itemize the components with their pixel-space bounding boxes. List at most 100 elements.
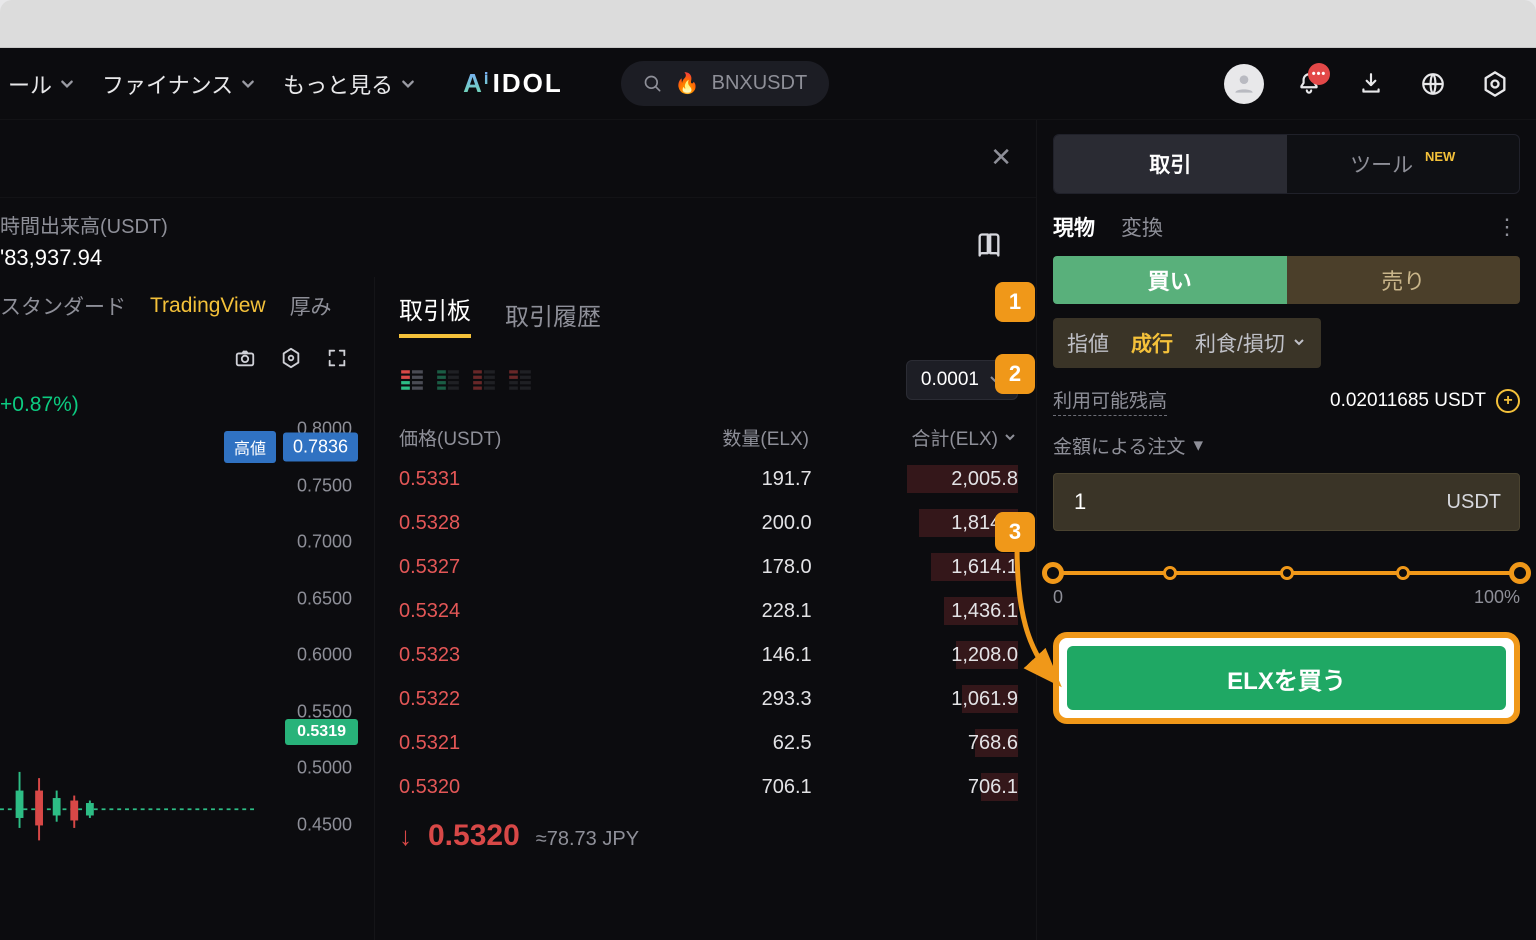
announcement-banner: ✕ bbox=[0, 120, 1036, 198]
tab-tools[interactable]: ツール NEW bbox=[1287, 135, 1520, 193]
orderbook-row[interactable]: 0.5327178.01,614.1 bbox=[399, 553, 1018, 581]
sell-toggle[interactable]: 売り bbox=[1287, 256, 1521, 304]
slider-max: 100% bbox=[1474, 587, 1520, 608]
y-axis-tick: 0.6500 bbox=[297, 588, 352, 609]
tab-tradingview[interactable]: TradingView bbox=[150, 294, 266, 318]
orderbook-row[interactable]: 0.532162.5768.6 bbox=[399, 729, 1018, 757]
row-qty: 178.0 bbox=[624, 556, 812, 579]
percent-slider[interactable]: 0 100% bbox=[1053, 571, 1520, 608]
row-total: 2,005.8 bbox=[812, 468, 1018, 491]
nav-label: ール bbox=[8, 68, 52, 100]
depth-view-bids[interactable] bbox=[435, 367, 461, 393]
row-total: 1,208.0 bbox=[812, 644, 1018, 667]
current-price: 0.5319 bbox=[297, 723, 346, 740]
row-total: 768.6 bbox=[812, 732, 1018, 755]
tab-orderbook[interactable]: 取引板 bbox=[399, 291, 471, 338]
tab-depth[interactable]: 厚み bbox=[290, 291, 332, 321]
row-qty: 200.0 bbox=[624, 512, 812, 535]
nav-item-more[interactable]: もっと見る bbox=[283, 68, 415, 100]
orderbook-row[interactable]: 0.5320706.1706.1 bbox=[399, 773, 1018, 801]
book-icon bbox=[975, 231, 1003, 259]
row-qty: 706.1 bbox=[624, 776, 812, 799]
depth-view-both[interactable] bbox=[399, 367, 425, 393]
row-qty: 191.7 bbox=[624, 468, 812, 491]
logo-ai: Aⁱ bbox=[463, 68, 490, 99]
col-total: 合計(ELX) bbox=[911, 424, 998, 451]
amount-input-wrap: USDT bbox=[1053, 473, 1520, 531]
row-price: 0.5327 bbox=[399, 556, 624, 579]
change-percent: +0.87%) bbox=[0, 393, 364, 417]
chart-settings-button[interactable] bbox=[274, 341, 308, 375]
step-1-num: 1 bbox=[1009, 289, 1021, 315]
expand-icon bbox=[326, 347, 348, 369]
step-3-num: 3 bbox=[1009, 519, 1021, 545]
tab-standard[interactable]: スタンダード bbox=[0, 291, 126, 321]
ordertype-tpsl[interactable]: 利食/損切 bbox=[1195, 328, 1307, 358]
fullscreen-button[interactable] bbox=[320, 341, 354, 375]
chevron-down-icon bbox=[241, 77, 255, 91]
nav-label: もっと見る bbox=[283, 68, 393, 100]
row-price: 0.5322 bbox=[399, 688, 624, 711]
caret-down-icon: ▾ bbox=[1193, 434, 1203, 457]
search-input[interactable]: 🔥 BNXUSDT bbox=[621, 61, 829, 106]
subtab-convert[interactable]: 変換 bbox=[1121, 212, 1163, 242]
order-type-tabs: 指値 成行 利食/損切 bbox=[1053, 318, 1321, 368]
amount-mode-dropdown[interactable]: 金額による注文 ▾ bbox=[1053, 432, 1520, 459]
chevron-down-icon[interactable] bbox=[1004, 431, 1018, 445]
settings-button[interactable] bbox=[1478, 67, 1512, 101]
tab-trade-history[interactable]: 取引履歴 bbox=[505, 297, 601, 332]
tab-trade-label: 取引 bbox=[1149, 154, 1191, 177]
row-qty: 293.3 bbox=[624, 688, 812, 711]
chart-mode-tabs: スタンダード TradingView 厚み bbox=[0, 291, 364, 321]
bell-badge: ••• bbox=[1308, 63, 1330, 85]
row-price: 0.5328 bbox=[399, 512, 624, 535]
row-qty: 62.5 bbox=[624, 732, 812, 755]
row-qty: 146.1 bbox=[624, 644, 812, 667]
row-total: 706.1 bbox=[812, 776, 1018, 799]
more-options-icon[interactable]: ⋮ bbox=[1496, 214, 1520, 240]
close-icon[interactable]: ✕ bbox=[990, 142, 1012, 173]
amount-input[interactable] bbox=[1072, 488, 1435, 516]
high-value-badge: 0.7836 bbox=[283, 433, 358, 462]
subtab-spot[interactable]: 現物 bbox=[1053, 212, 1095, 242]
nav-item-finance[interactable]: ファイナンス bbox=[102, 68, 255, 100]
current-price-badge: 0.5319 bbox=[285, 719, 358, 745]
language-button[interactable] bbox=[1416, 67, 1450, 101]
logo-rest: IDOL bbox=[493, 68, 563, 99]
ordertype-market[interactable]: 成行 bbox=[1131, 328, 1173, 358]
buy-label: 買い bbox=[1148, 264, 1192, 296]
browser-tab-strip bbox=[0, 0, 1536, 48]
guide-button[interactable] bbox=[972, 228, 1006, 262]
camera-icon bbox=[234, 347, 256, 369]
gear-hex-icon bbox=[280, 347, 302, 369]
orderbook-row[interactable]: 0.5328200.01,814.1 bbox=[399, 509, 1018, 537]
brand-logo[interactable]: Aⁱ IDOL bbox=[463, 68, 563, 99]
orderbook-row[interactable]: 0.5323146.11,208.0 bbox=[399, 641, 1018, 669]
orderbook-row[interactable]: 0.5322293.31,061.9 bbox=[399, 685, 1018, 713]
amount-unit: USDT bbox=[1447, 491, 1501, 514]
notifications-button[interactable]: ••• bbox=[1292, 67, 1326, 101]
nav-item-tools[interactable]: ール bbox=[8, 68, 74, 100]
new-badge: NEW bbox=[1425, 149, 1455, 164]
submit-buy-button[interactable]: ELXを買う bbox=[1067, 646, 1506, 710]
screenshot-button[interactable] bbox=[228, 341, 262, 375]
orderbook-row[interactable]: 0.5331191.72,005.8 bbox=[399, 465, 1018, 493]
chevron-down-icon bbox=[401, 77, 415, 91]
tab-trade[interactable]: 取引 bbox=[1054, 135, 1287, 193]
step-badge-2: 2 bbox=[995, 354, 1035, 394]
row-total: 1,436.1 bbox=[812, 600, 1018, 623]
tpsl-label: 利食/損切 bbox=[1195, 328, 1285, 358]
price-chart[interactable]: 0.80000.75000.70000.65000.60000.55000.50… bbox=[0, 417, 364, 940]
mid-fiat: ≈78.73 JPY bbox=[536, 828, 639, 851]
col-price: 価格(USDT) bbox=[399, 424, 618, 451]
ordertype-limit[interactable]: 指値 bbox=[1067, 328, 1109, 358]
depth-view-grey[interactable] bbox=[507, 367, 533, 393]
avatar[interactable] bbox=[1224, 64, 1264, 104]
depth-view-asks[interactable] bbox=[471, 367, 497, 393]
orderbook-tabs: 取引板 取引履歴 bbox=[399, 291, 1018, 338]
download-button[interactable] bbox=[1354, 67, 1388, 101]
add-funds-icon[interactable]: + bbox=[1496, 389, 1520, 413]
buy-toggle[interactable]: 買い bbox=[1053, 256, 1287, 304]
row-qty: 228.1 bbox=[624, 600, 812, 623]
orderbook-row[interactable]: 0.5324228.11,436.1 bbox=[399, 597, 1018, 625]
